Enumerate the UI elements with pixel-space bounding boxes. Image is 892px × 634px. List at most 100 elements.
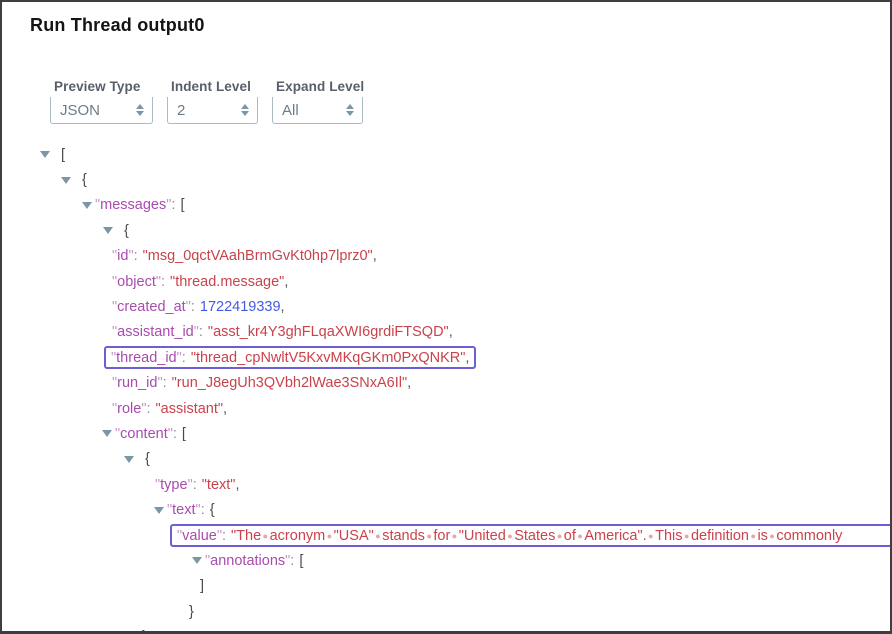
- json-comma: ,: [284, 274, 288, 290]
- json-colon: :: [191, 299, 195, 315]
- spinner-up-icon[interactable]: [136, 104, 144, 109]
- json-close-bracket: }: [189, 604, 194, 620]
- json-value-word: stands: [382, 528, 425, 544]
- json-row: [: [2, 142, 890, 167]
- spinner-up-icon[interactable]: [241, 104, 249, 109]
- json-value-word: of: [564, 528, 576, 544]
- space-dot-icon: ●: [577, 531, 582, 541]
- json-colon: :: [290, 553, 294, 569]
- json-value-word: acronym: [270, 528, 326, 544]
- collapse-arrow-icon[interactable]: [192, 557, 202, 564]
- json-value: "thread_cpNwltV5KxvMKqGKm0PxQNKR": [191, 350, 466, 366]
- json-comma: ,: [373, 248, 377, 264]
- preview-type-label: Preview Type: [54, 79, 153, 94]
- collapse-arrow-icon[interactable]: [61, 177, 71, 184]
- json-open-bracket: {: [145, 451, 150, 467]
- json-colon: :: [222, 528, 226, 544]
- indent-level-label: Indent Level: [171, 79, 258, 94]
- collapse-arrow-icon[interactable]: [102, 430, 112, 437]
- output-panel: Run Thread output0 Preview Type JSON Ind…: [0, 0, 892, 634]
- collapse-arrow-icon[interactable]: [82, 202, 92, 209]
- json-key: value: [182, 528, 217, 544]
- space-dot-icon: ●: [751, 531, 756, 541]
- json-colon: :: [199, 324, 203, 340]
- json-row: "assistant_id":"asst_kr4Y3ghFLqaXWI6grdi…: [2, 320, 890, 345]
- json-row: "messages":[: [2, 193, 890, 218]
- highlight-box-thread-id: "thread_id":"thread_cpNwltV5KxvMKqGKm0Px…: [104, 346, 476, 369]
- collapse-arrow-icon[interactable]: [40, 151, 50, 158]
- spinner-down-icon[interactable]: [136, 111, 144, 116]
- indent-level-value: 2: [177, 102, 185, 119]
- json-open-bracket: {: [124, 223, 129, 239]
- preview-type-select[interactable]: JSON: [50, 97, 153, 124]
- json-key: annotations: [210, 553, 285, 569]
- space-dot-icon: ●: [507, 531, 512, 541]
- json-value-word: is: [757, 528, 767, 544]
- json-value-word: commonly: [776, 528, 842, 544]
- json-value: "text": [202, 477, 236, 493]
- json-key: text: [172, 502, 195, 518]
- collapse-arrow-icon[interactable]: [103, 227, 113, 234]
- json-open-bracket: {: [82, 172, 87, 188]
- json-key: content: [120, 426, 168, 442]
- json-colon: :: [134, 248, 138, 264]
- json-colon: :: [147, 401, 151, 417]
- json-row: "type":"text",: [2, 472, 890, 497]
- json-row: "object":"thread.message",: [2, 269, 890, 294]
- space-dot-icon: ●: [648, 531, 653, 541]
- spinner: [136, 104, 144, 117]
- json-value: 1722419339: [200, 299, 281, 315]
- collapse-arrow-icon[interactable]: [154, 507, 164, 514]
- json-colon: :: [173, 426, 177, 442]
- json-colon: :: [163, 375, 167, 391]
- preview-type-control: Preview Type JSON: [50, 79, 153, 124]
- preview-controls: Preview Type JSON Indent Level 2 Expand …: [50, 79, 378, 124]
- spinner-down-icon[interactable]: [346, 111, 354, 116]
- json-row: ]: [2, 574, 890, 599]
- json-value: "run_J8egUh3QVbh2lWae3SNxA6Il": [172, 375, 407, 391]
- spinner-up-icon[interactable]: [346, 104, 354, 109]
- json-row: {: [2, 218, 890, 243]
- json-row-thread-id: "thread_id":"thread_cpNwltV5KxvMKqGKm0Px…: [2, 345, 890, 370]
- json-value: "thread.message": [170, 274, 284, 290]
- json-value: "assistant": [156, 401, 224, 417]
- json-colon: :: [171, 197, 175, 213]
- json-key: run_id: [117, 375, 157, 391]
- json-value-word: The: [236, 528, 261, 544]
- collapse-arrow-icon[interactable]: [124, 456, 134, 463]
- expand-level-value: All: [282, 102, 299, 119]
- json-key: messages: [100, 197, 166, 213]
- json-key: thread_id: [116, 350, 176, 366]
- json-open-bracket: [: [299, 553, 303, 569]
- expand-level-label: Expand Level: [276, 79, 364, 94]
- json-row: "id":"msg_0qctVAahBrmGvKt0hp7lprz0",: [2, 244, 890, 269]
- json-close-bracket: ]: [200, 578, 204, 594]
- expand-level-control: Expand Level All: [272, 79, 364, 124]
- json-value: "msg_0qctVAahBrmGvKt0hp7lprz0": [143, 248, 373, 264]
- json-open-bracket: [: [180, 197, 184, 213]
- json-value-word: States: [514, 528, 555, 544]
- json-colon: :: [161, 274, 165, 290]
- json-row: "annotations":[: [2, 548, 890, 573]
- json-value-word: "United: [459, 528, 506, 544]
- json-colon: :: [201, 502, 205, 518]
- json-row: }: [2, 599, 890, 624]
- json-tree: [{"messages":[{"id":"msg_0qctVAahBrmGvKt…: [2, 142, 890, 631]
- json-value-word: This: [655, 528, 682, 544]
- expand-level-select[interactable]: All: [272, 97, 363, 124]
- json-key: role: [117, 401, 141, 417]
- space-dot-icon: ●: [263, 531, 268, 541]
- space-dot-icon: ●: [452, 531, 457, 541]
- json-comma: ,: [449, 324, 453, 340]
- json-value-word: America".: [584, 528, 646, 544]
- spinner: [346, 104, 354, 117]
- json-row-value: "value":"The●acronym●"USA"●stands●for●"U…: [2, 523, 890, 548]
- space-dot-icon: ●: [375, 531, 380, 541]
- json-value-word: for: [433, 528, 450, 544]
- json-row: "created_at":1722419339,: [2, 294, 890, 319]
- json-close-bracket: }: [142, 629, 147, 631]
- json-row: {: [2, 447, 890, 472]
- space-dot-icon: ●: [684, 531, 689, 541]
- indent-level-select[interactable]: 2: [167, 97, 258, 124]
- spinner-down-icon[interactable]: [241, 111, 249, 116]
